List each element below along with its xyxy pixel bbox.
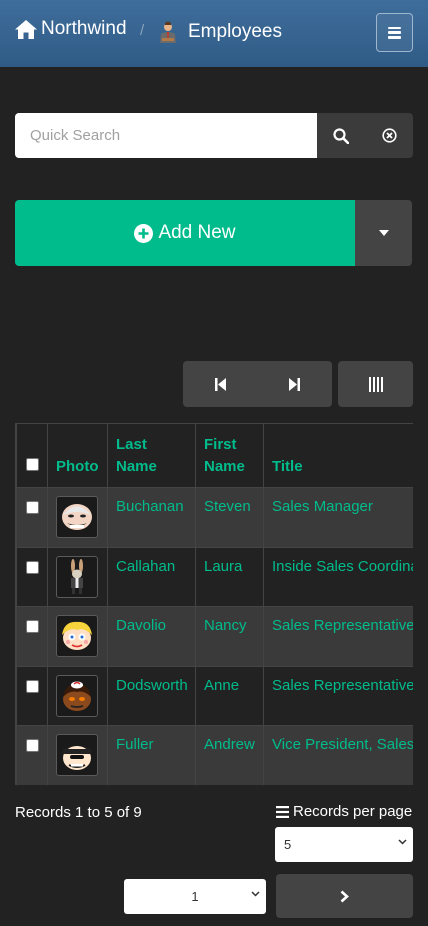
last-name-cell: Callahan bbox=[107, 546, 196, 607]
title-cell: Sales Manager bbox=[263, 487, 413, 548]
search-button[interactable] bbox=[317, 113, 365, 158]
first-name-cell: Nancy bbox=[195, 606, 264, 667]
plus-circle-icon bbox=[134, 223, 154, 243]
employee-icon bbox=[160, 21, 176, 43]
page-title: Employees bbox=[188, 21, 282, 42]
last-name-cell: Dodsworth bbox=[107, 665, 196, 726]
table-row[interactable]: Buchanan Steven Sales Manager bbox=[16, 487, 413, 548]
step-backward-icon bbox=[214, 377, 226, 391]
row-checkbox[interactable] bbox=[26, 501, 39, 514]
row-checkbox[interactable] bbox=[26, 560, 39, 574]
chevron-right-icon bbox=[340, 890, 349, 902]
page-number-select[interactable]: 1 bbox=[124, 879, 266, 914]
add-new-label: Add New bbox=[158, 222, 236, 243]
table-row[interactable]: Davolio Nancy Sales Representative bbox=[16, 606, 413, 667]
records-per-page-label: Records per page bbox=[276, 803, 412, 820]
table-row[interactable]: Fuller Andrew Vice President, Sales bbox=[16, 725, 413, 785]
employees-table-container[interactable]: Photo Last Name First Name Title Buchana… bbox=[15, 423, 413, 785]
clear-icon bbox=[381, 128, 397, 143]
employee-photo[interactable] bbox=[56, 734, 98, 776]
employees-table: Photo Last Name First Name Title Buchana… bbox=[16, 423, 413, 785]
last-name-column-header[interactable]: Last Name bbox=[107, 423, 196, 488]
chevron-down-icon bbox=[251, 891, 260, 897]
table-row[interactable]: Callahan Laura Inside Sales Coordinator bbox=[16, 546, 413, 607]
table-header-row: Photo Last Name First Name Title bbox=[16, 423, 413, 488]
row-checkbox[interactable] bbox=[26, 679, 39, 693]
search-icon bbox=[333, 127, 349, 144]
row-checkbox[interactable] bbox=[26, 739, 39, 752]
breadcrumb-separator: / bbox=[140, 22, 145, 39]
first-name-column-header[interactable]: First Name bbox=[195, 423, 264, 488]
employee-photo[interactable] bbox=[56, 496, 98, 538]
select-all-checkbox[interactable] bbox=[26, 458, 39, 471]
caret-down-icon bbox=[378, 230, 389, 236]
last-name-cell: Buchanan bbox=[107, 487, 196, 548]
row-checkbox[interactable] bbox=[26, 620, 39, 633]
last-page-button[interactable] bbox=[258, 361, 333, 407]
records-per-page-select[interactable]: 5 bbox=[275, 827, 413, 862]
pager-button-group bbox=[183, 361, 332, 407]
navbar: Northwind / Employees bbox=[0, 0, 428, 67]
avatar-rabbit-icon bbox=[71, 558, 83, 594]
columns-button[interactable] bbox=[338, 361, 413, 407]
title-cell: Vice President, Sales bbox=[263, 725, 413, 785]
last-name-cell: Davolio bbox=[107, 606, 196, 667]
hamburger-icon bbox=[388, 26, 401, 39]
table-row[interactable]: Dodsworth Anne Sales Representative bbox=[16, 665, 413, 726]
first-name-cell: Laura bbox=[195, 546, 264, 607]
records-per-page-text: Records per page bbox=[293, 803, 413, 820]
last-name-cell: Fuller bbox=[107, 725, 196, 785]
records-per-page-value: 5 bbox=[284, 837, 292, 852]
avatar-dark-icon bbox=[63, 681, 91, 711]
search-button-group bbox=[317, 113, 413, 158]
title-cell: Sales Representative bbox=[263, 606, 413, 667]
first-name-cell: Andrew bbox=[195, 725, 264, 785]
home-icon bbox=[15, 19, 37, 39]
list-icon bbox=[276, 805, 289, 818]
title-cell: Sales Representative bbox=[263, 665, 413, 726]
employee-photo[interactable] bbox=[56, 674, 98, 717]
page-number-value: 1 bbox=[191, 889, 199, 904]
employee-photo[interactable] bbox=[56, 615, 98, 657]
chevron-down-icon bbox=[398, 839, 407, 845]
add-options-dropdown-button[interactable] bbox=[355, 200, 412, 266]
title-column-header[interactable]: Title bbox=[263, 423, 413, 488]
avatar-cap-icon bbox=[63, 745, 91, 770]
avatar-bald-icon bbox=[62, 504, 92, 530]
brand-label: Northwind bbox=[41, 18, 127, 39]
step-forward-icon bbox=[289, 377, 301, 391]
records-summary: Records 1 to 5 of 9 bbox=[15, 804, 142, 821]
clear-search-button[interactable] bbox=[365, 113, 413, 158]
search-input[interactable] bbox=[15, 113, 317, 158]
columns-icon bbox=[368, 376, 383, 392]
employee-photo[interactable] bbox=[56, 555, 98, 598]
menu-toggle-button[interactable] bbox=[376, 13, 413, 52]
first-name-cell: Steven bbox=[195, 487, 264, 548]
next-page-button[interactable] bbox=[276, 874, 413, 918]
avatar-blonde-icon bbox=[62, 621, 92, 650]
photo-column-header[interactable]: Photo bbox=[47, 423, 108, 488]
first-page-button[interactable] bbox=[183, 361, 258, 407]
add-new-button[interactable]: Add New bbox=[15, 200, 355, 266]
brand-link[interactable]: Northwind bbox=[15, 18, 127, 40]
select-all-header bbox=[16, 423, 48, 488]
first-name-cell: Anne bbox=[195, 665, 264, 726]
title-cell: Inside Sales Coordinator bbox=[263, 546, 413, 607]
